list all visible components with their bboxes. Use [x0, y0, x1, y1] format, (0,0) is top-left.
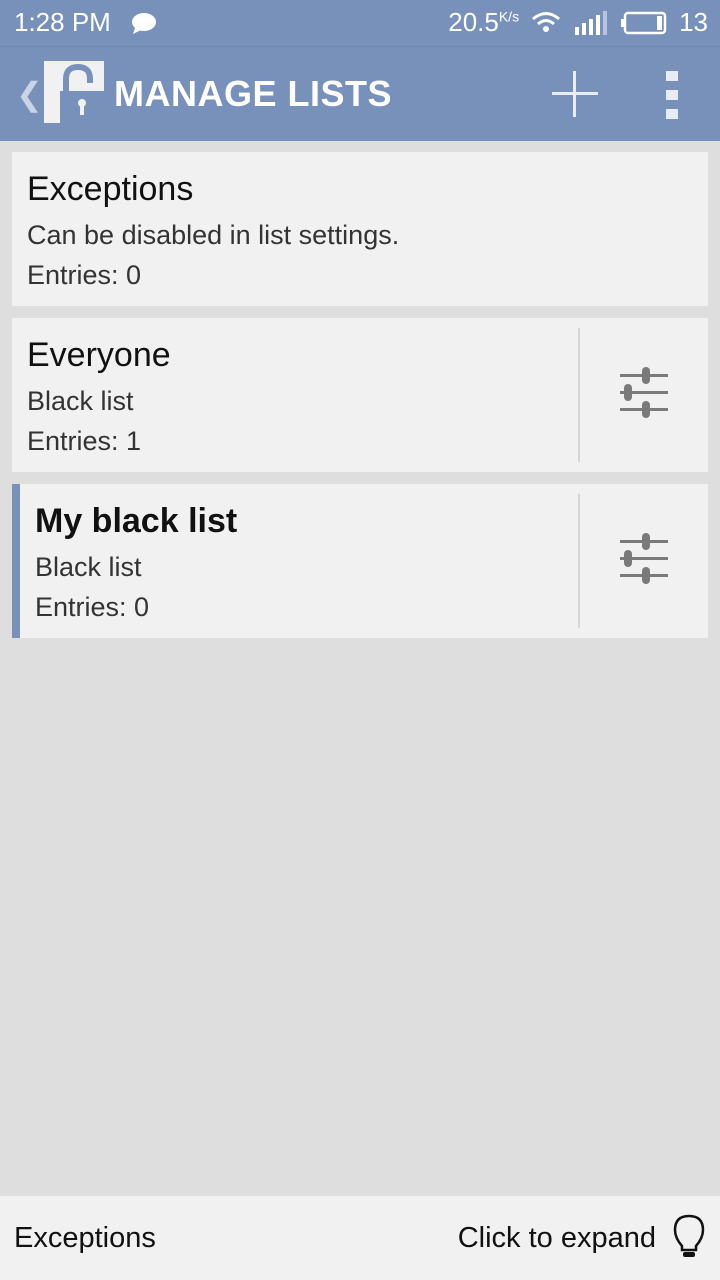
list-item-my-black-list[interactable]: My black list Black list Entries: 0	[12, 484, 708, 638]
list-subtitle: Black list	[27, 386, 134, 416]
wifi-icon	[532, 11, 561, 32]
list-item-exceptions[interactable]: Exceptions Can be disabled in list setti…	[12, 152, 708, 306]
more-vert-icon[interactable]	[660, 69, 684, 121]
sliders-settings-icon[interactable]	[612, 366, 672, 420]
status-right: 20.5K/s 13	[448, 7, 708, 38]
list-entries: Entries: 0	[27, 260, 142, 290]
list-name: Everyone	[27, 336, 171, 374]
expand-hint[interactable]: Click to expand	[458, 1222, 656, 1255]
sliders-settings-icon[interactable]	[612, 532, 672, 586]
list-subtitle: Can be disabled in list settings.	[27, 220, 400, 250]
app-bar: ❮ MANAGE LISTS	[0, 46, 720, 141]
battery-level: 13	[679, 7, 708, 37]
list-name: Exceptions	[27, 170, 194, 208]
footer-label: Exceptions	[14, 1222, 156, 1254]
chat-bubble-icon	[132, 13, 156, 34]
status-bar: 1:28 PM 20.5K/s 13	[0, 0, 720, 46]
list-item-everyone[interactable]: Everyone Black list Entries: 1	[12, 318, 708, 472]
list-name: My black list	[35, 502, 238, 540]
net-speed: 20.5K/s	[448, 7, 520, 37]
divider	[578, 328, 580, 462]
battery-icon	[621, 11, 667, 34]
list-subtitle: Black list	[35, 552, 142, 582]
lightbulb-icon	[673, 1214, 705, 1257]
unlocked-padlock-icon	[44, 61, 104, 123]
footer-expand-bar[interactable]: Exceptions Click to expand	[0, 1196, 720, 1280]
list-entries: Entries: 0	[35, 592, 150, 622]
add-icon[interactable]	[550, 69, 600, 119]
page-title: MANAGE LISTS	[114, 73, 393, 114]
divider	[578, 494, 580, 628]
signal-icon	[575, 10, 608, 35]
chevron-left-icon[interactable]: ❮	[16, 75, 43, 113]
list-entries: Entries: 1	[27, 426, 142, 456]
status-time: 1:28 PM	[14, 7, 111, 37]
